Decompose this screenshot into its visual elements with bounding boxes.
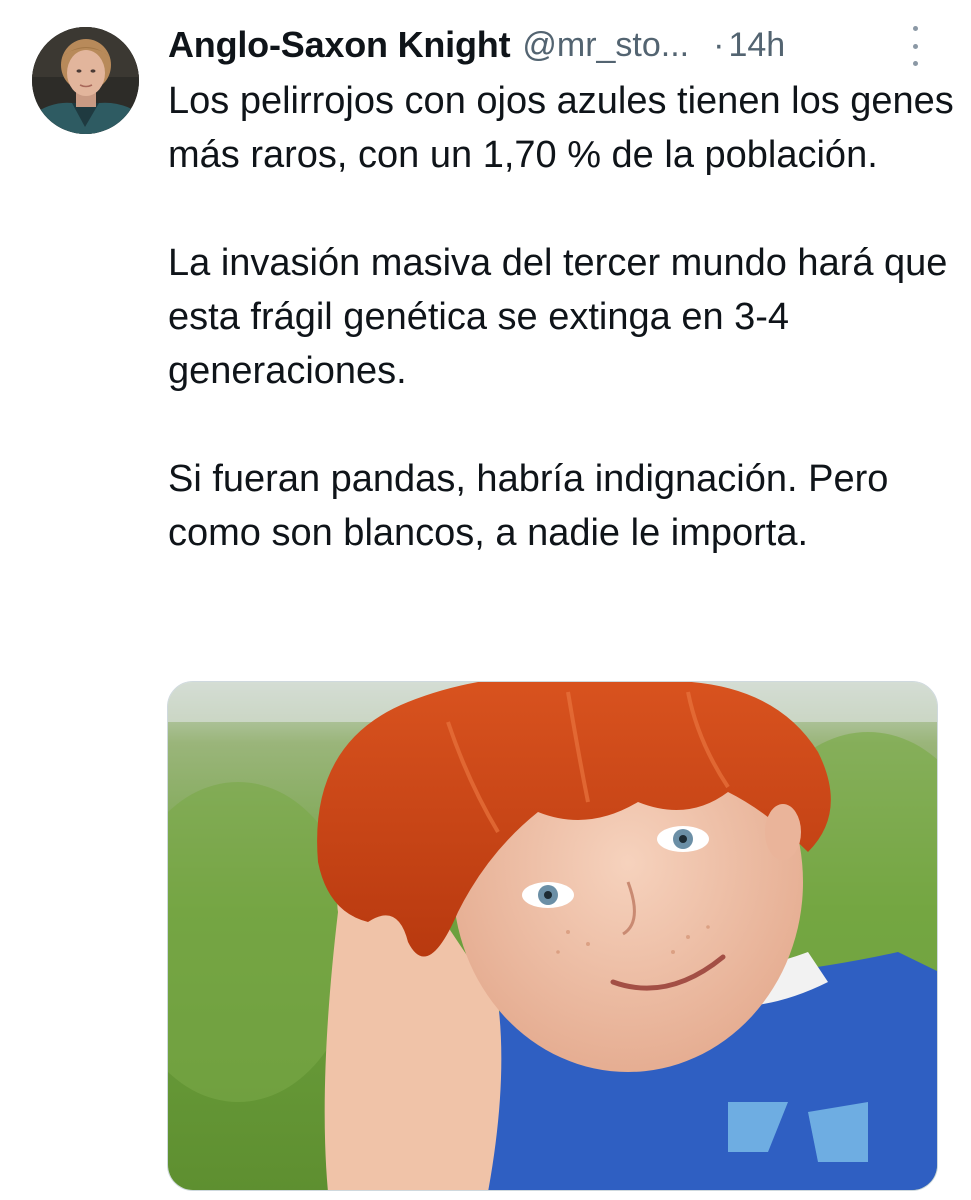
tweet[interactable]: Anglo-Saxon Knight @mr_sto... · 14h Los … [0, 0, 971, 1200]
tweet-media-photo[interactable] [167, 681, 938, 1191]
tweet-text: Los pelirrojos con ojos azules tienen lo… [168, 74, 958, 560]
tweet-paragraph: Los pelirrojos con ojos azules tienen lo… [168, 80, 954, 176]
more-vertical-icon[interactable] [900, 26, 930, 66]
separator-dot: · [713, 25, 725, 64]
author-display-name[interactable]: Anglo-Saxon Knight [168, 24, 511, 66]
tweet-paragraph: La invasión masiva del tercer mundo hará… [168, 242, 948, 392]
tweet-timestamp[interactable]: 14h [728, 26, 785, 65]
avatar-image [32, 27, 139, 134]
photo-red-haired-child [168, 682, 937, 1190]
tweet-header: Anglo-Saxon Knight @mr_sto... · 14h [168, 20, 948, 70]
avatar[interactable] [32, 27, 139, 134]
tweet-paragraph: Si fueran pandas, habría indignación. Pe… [168, 458, 889, 554]
author-handle[interactable]: @mr_sto... [522, 26, 689, 65]
